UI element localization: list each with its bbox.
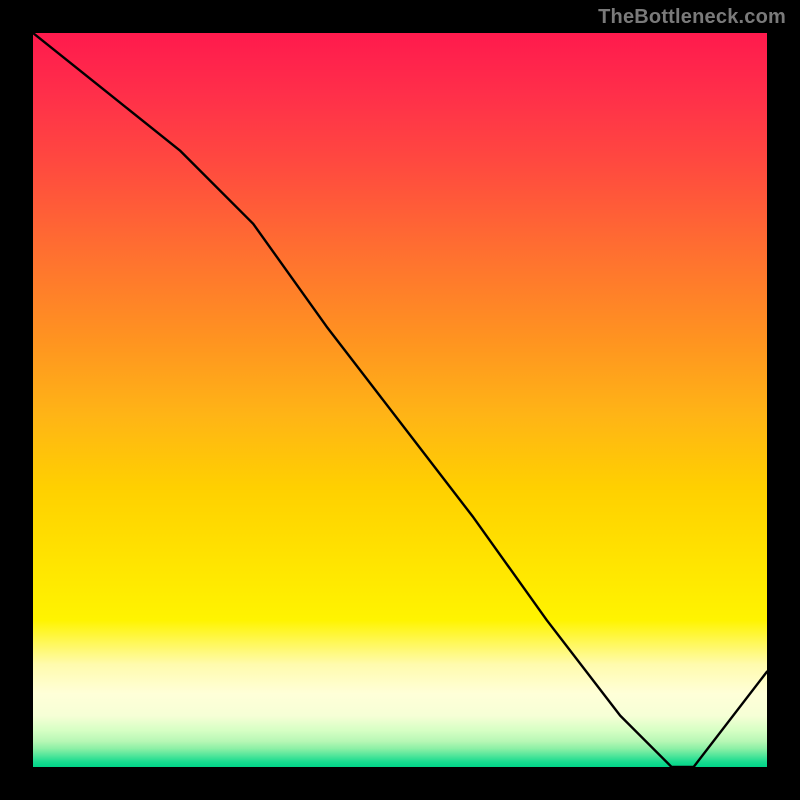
- chart-container: TheBottleneck.com: [0, 0, 800, 800]
- plot-area: [33, 33, 767, 767]
- watermark-text: TheBottleneck.com: [598, 6, 786, 29]
- line-series: [33, 33, 767, 767]
